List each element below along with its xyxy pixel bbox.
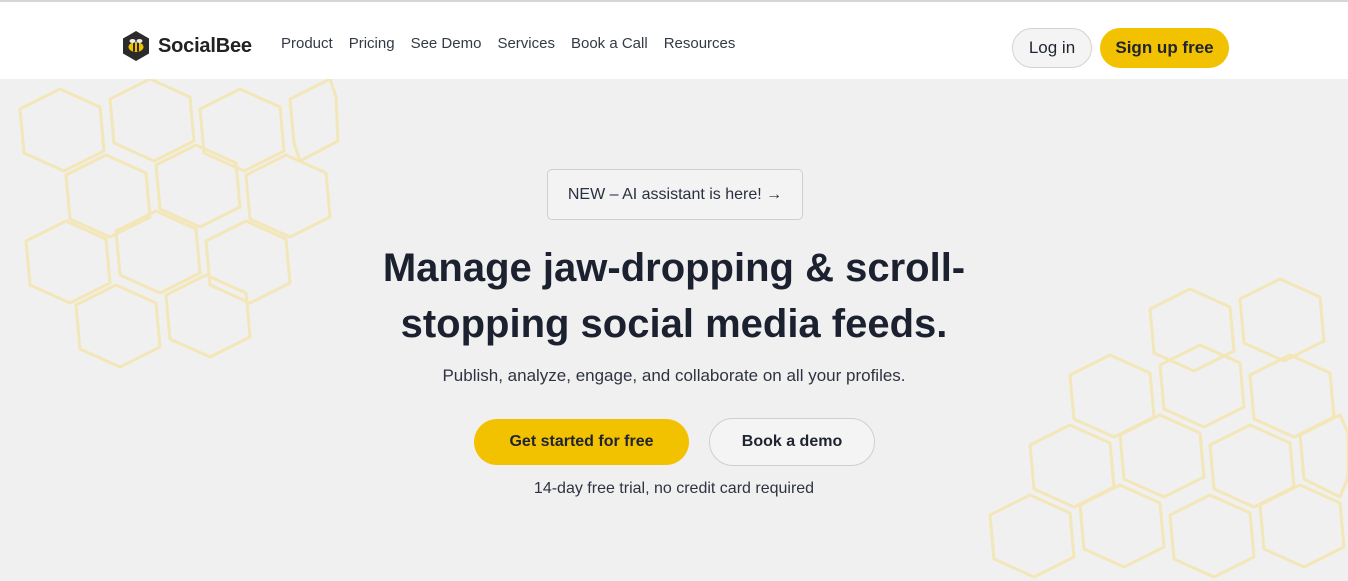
- main-nav: Product Pricing See Demo Services Book a…: [281, 35, 735, 52]
- nav-item-services[interactable]: Services: [497, 35, 555, 52]
- brand-name: SocialBee: [158, 34, 252, 57]
- nav-item-book-a-call[interactable]: Book a Call: [571, 35, 648, 52]
- nav-item-see-demo[interactable]: See Demo: [411, 35, 482, 52]
- signup-button[interactable]: Sign up free: [1100, 28, 1229, 68]
- hero-headline: Manage jaw-dropping & scroll- stopping s…: [300, 240, 1048, 352]
- nav-item-resources[interactable]: Resources: [664, 35, 736, 52]
- nav-item-product[interactable]: Product: [281, 35, 333, 52]
- login-button[interactable]: Log in: [1012, 28, 1092, 68]
- brand-logo[interactable]: SocialBee: [120, 29, 252, 63]
- site-header: SocialBee Product Pricing See Demo Servi…: [0, 2, 1348, 79]
- get-started-button[interactable]: Get started for free: [474, 419, 689, 465]
- hero-headline-line-2: stopping social media feeds.: [400, 302, 948, 346]
- book-demo-button[interactable]: Book a demo: [709, 418, 875, 466]
- free-trial-note: 14-day free trial, no credit card requir…: [533, 480, 815, 497]
- hero-headline-line-1: Manage jaw-dropping & scroll-: [382, 246, 966, 290]
- ai-assistant-announcement-badge[interactable]: NEW – AI assistant is here! →: [547, 169, 803, 220]
- nav-item-pricing[interactable]: Pricing: [349, 35, 395, 52]
- bee-hexagon-icon: [120, 30, 152, 62]
- hero-subtitle: Publish, analyze, engage, and collaborat…: [442, 366, 906, 385]
